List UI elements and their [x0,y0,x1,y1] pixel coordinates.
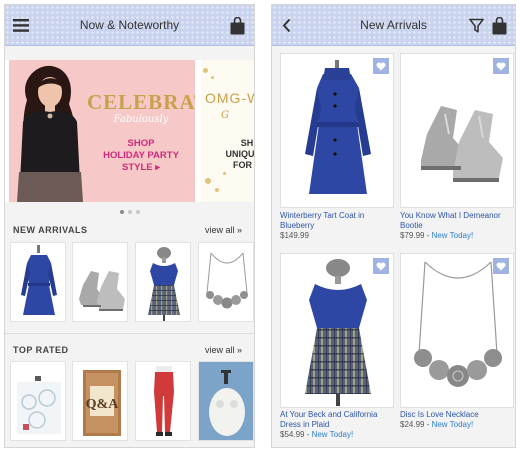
section-title: TOP RATED [13,345,69,355]
section-title: NEW ARRIVALS [13,225,88,235]
hamburger-menu-icon[interactable] [11,5,31,46]
wishlist-heart-button[interactable] [493,258,509,274]
heart-icon [376,62,386,70]
new-arrivals-row [5,242,254,322]
shopping-bag-icon[interactable] [490,5,508,46]
top-rated-row: Q&A [5,361,254,441]
svg-text:Q&A: Q&A [86,397,120,412]
wishlist-heart-button[interactable] [373,58,389,74]
top-nav-bar: Now & Noteworthy [5,5,254,46]
price-value: $149.99 [280,231,309,240]
heart-icon [376,262,386,270]
wishlist-heart-button[interactable] [373,258,389,274]
product-price: $54.99 - New Today! [280,430,354,439]
product-name[interactable]: You Know What I Demeanor Bootie [400,211,514,231]
new-today-badge: New Today! [431,420,474,429]
page-dot [135,210,140,214]
heart-icon [496,262,506,270]
price-value: $79.99 [400,231,425,240]
product-name[interactable]: Winterberry Tart Coat in Blueberry [280,211,394,231]
new-today-badge: New Today! [431,231,474,240]
view-all-link[interactable]: view all » [205,225,242,235]
promo-script-text: G [221,110,229,121]
booties-image [79,271,125,311]
section-divider [5,333,254,334]
plaid-dress-image [305,259,371,406]
promo-cta-line: HOLIDAY PARTY [103,150,179,161]
now-noteworthy-screen: Now & Noteworthy CELEBRATE Fabulously SH… [4,4,255,448]
price-value: $24.99 [400,420,425,429]
promo-headline: OMG-W [205,90,254,106]
product-thumb-booties[interactable] [72,242,128,322]
price-value: $54.99 [280,430,305,439]
product-thumb-ornaments[interactable] [10,361,66,441]
page-dot [127,210,132,214]
second-promo-banner[interactable]: OMG-W G SH UNIQUE F FOR C [201,60,255,202]
necklace-image [206,252,248,309]
shopping-bag-icon[interactable] [228,5,246,46]
new-arrivals-screen: New Arrivals Winterberry Tart Coat in Bl… [271,4,516,448]
promo-script-text: Fabulously [113,114,169,125]
product-thumb-red-pants[interactable] [135,361,191,441]
view-all-link[interactable]: view all » [205,345,242,355]
product-price: $24.99 - New Today! [400,420,474,429]
qa-book-image: Q&A [83,370,121,436]
new-arrivals-header: NEW ARRIVALS view all » [13,223,242,237]
promo-cta-line: SHOP [127,138,155,149]
booties-image [421,106,503,182]
coat-image [305,60,371,194]
back-chevron-icon[interactable] [278,5,294,46]
holiday-party-banner[interactable]: CELEBRATE Fabulously SHOP HOLIDAY PARTY … [9,60,195,202]
new-today-badge: New Today! [311,430,354,439]
product-card-booties[interactable] [400,53,514,208]
top-rated-header: TOP RATED view all » [13,343,242,357]
product-name[interactable]: At Your Beck and California Dress in Pla… [280,410,394,430]
glass-ornaments-image [17,376,61,434]
model-photo [17,65,83,202]
product-price: $79.99 - New Today! [400,231,474,240]
promo-carousel[interactable]: CELEBRATE Fabulously SHOP HOLIDAY PARTY … [5,60,255,202]
product-card-necklace[interactable] [400,253,514,408]
top-nav-bar: New Arrivals [272,5,515,46]
product-name[interactable]: Disc Is Love Necklace [400,410,514,420]
owl-soap-dispenser-image [199,362,253,440]
wishlist-heart-button[interactable] [493,58,509,74]
product-card-dress[interactable] [280,253,394,408]
carousel-page-indicator [5,208,254,216]
product-thumb-coat[interactable] [10,242,66,322]
promo-cta-line: STYLE ▸ [121,162,161,173]
product-thumb-necklace[interactable] [198,242,254,322]
product-card-coat[interactable] [280,53,394,208]
product-thumb-dress[interactable] [135,242,191,322]
promo-cta[interactable]: SHOP HOLIDAY PARTY STYLE ▸ [87,138,195,174]
page-title: Now & Noteworthy [79,18,180,32]
page-dot [119,210,124,214]
product-thumb-qa-book[interactable]: Q&A [72,361,128,441]
promo-text: SH UNIQUE F FOR C [225,138,255,170]
heart-icon [496,62,506,70]
coat-image [21,245,57,315]
plaid-dress-image [148,247,180,321]
red-pants-image [154,366,174,436]
product-price: $149.99 [280,231,309,240]
necklace-image [414,261,502,387]
promo-headline: CELEBRATE [87,90,195,114]
product-thumb-owl[interactable] [198,361,254,441]
filter-funnel-icon[interactable] [467,5,485,46]
